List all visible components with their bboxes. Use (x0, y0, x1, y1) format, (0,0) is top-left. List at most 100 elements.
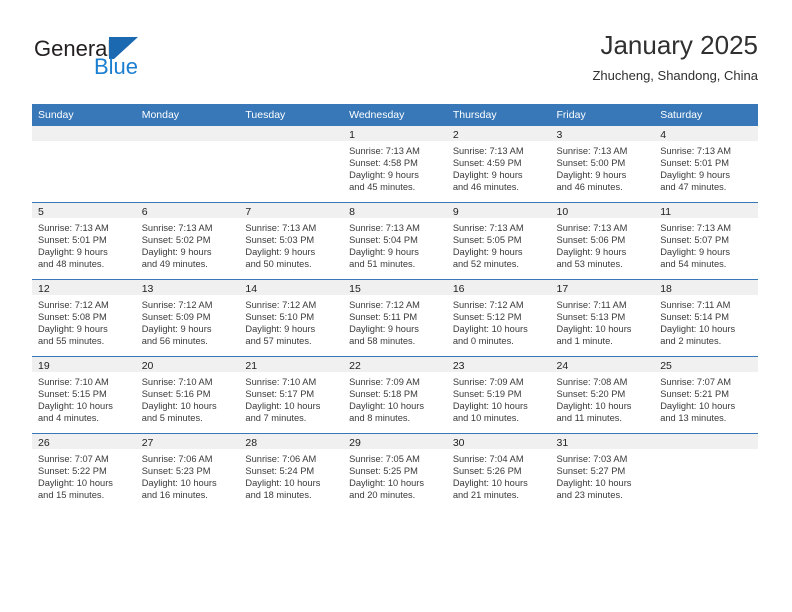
sunset-text: Sunset: 5:01 PM (38, 235, 107, 246)
calendar-day-cell[interactable]: 26 Sunrise: 7:07 AM Sunset: 5:22 PM Dayligh… (32, 433, 136, 510)
sunrise-text: Sunrise: 7:13 AM (452, 223, 524, 233)
day-number: 4 (654, 126, 758, 141)
sunset-text: Sunset: 5:06 PM (556, 235, 626, 246)
sunrise-text: Sunrise: 7:13 AM (556, 223, 628, 233)
calendar-day-cell[interactable]: 24 Sunrise: 7:08 AM Sunset: 5:20 PM Dayligh… (550, 356, 655, 434)
calendar-day-cell[interactable]: 20 Sunrise: 7:10 AM Sunset: 5:16 PM Dayligh… (135, 356, 240, 434)
calendar-day-cell[interactable]: 19 Sunrise: 7:10 AM Sunset: 5:15 PM Dayligh… (32, 356, 136, 434)
sunrise-text: Sunrise: 7:10 AM (245, 377, 317, 387)
calendar-day-cell[interactable]: 11 Sunrise: 7:13 AM Sunset: 5:07 PM Dayligh… (654, 202, 758, 280)
daylight-text-line2: and 52 minutes. (452, 259, 519, 270)
daylight-text-line2: and 57 minutes. (245, 336, 312, 347)
calendar-day-cell[interactable]: 8 Sunrise: 7:13 AM Sunset: 5:04 PM Daylight… (343, 202, 447, 280)
sunset-text: Sunset: 4:59 PM (452, 158, 522, 169)
sunrise-text: Sunrise: 7:12 AM (452, 300, 524, 310)
sunrise-text: Sunrise: 7:13 AM (660, 223, 732, 233)
daylight-text-line2: and 55 minutes. (38, 336, 105, 347)
calendar-day-cell[interactable]: 4 Sunrise: 7:13 AM Sunset: 5:01 PM Daylight… (654, 126, 758, 203)
daylight-text-line1: Daylight: 10 hours (245, 478, 321, 489)
daylight-text-line1: Daylight: 10 hours (556, 478, 632, 489)
calendar-day-cell[interactable]: 25 Sunrise: 7:07 AM Sunset: 5:21 PM Dayligh… (654, 356, 758, 434)
calendar-day-cell[interactable]: 23 Sunrise: 7:09 AM Sunset: 5:19 PM Dayligh… (446, 356, 551, 434)
sunrise-text: Sunrise: 7:13 AM (349, 223, 420, 233)
daylight-text-line2: and 51 minutes. (349, 259, 416, 270)
calendar-day-cell[interactable]: 31 Sunrise: 7:03 AM Sunset: 5:27 PM Dayligh… (550, 433, 655, 510)
daylight-text-line1: Daylight: 9 hours (38, 324, 108, 335)
sunrise-text: Sunrise: 7:08 AM (556, 377, 628, 387)
daylight-text-line2: and 56 minutes. (141, 336, 208, 347)
daylight-text-line1: Daylight: 10 hours (141, 478, 217, 489)
sunrise-text: Sunrise: 7:12 AM (141, 300, 213, 310)
calendar-day-cell[interactable]: 16 Sunrise: 7:12 AM Sunset: 5:12 PM Dayligh… (446, 279, 551, 357)
calendar-week-row: 19 Sunrise: 7:10 AM Sunset: 5:15 PM Dayligh… (32, 356, 758, 434)
day-details: Sunrise: 7:11 AM Sunset: 5:13 PM Daylight:… (551, 295, 655, 347)
general-blue-logo: General Blue (34, 28, 254, 88)
day-details: Sunrise: 7:13 AM Sunset: 4:58 PM Daylight:… (343, 141, 447, 193)
daylight-text-line1: Daylight: 10 hours (349, 401, 425, 412)
day-number (135, 126, 240, 141)
calendar-day-cell[interactable]: 9 Sunrise: 7:13 AM Sunset: 5:05 PM Daylight… (446, 202, 551, 280)
calendar-day-cell[interactable]: 18 Sunrise: 7:11 AM Sunset: 5:14 PM Dayligh… (654, 279, 758, 357)
sunrise-text: Sunrise: 7:11 AM (660, 300, 731, 310)
daylight-text-line2: and 45 minutes. (349, 182, 416, 193)
daylight-text-line2: and 0 minutes. (452, 336, 514, 347)
calendar-day-cell[interactable]: 13 Sunrise: 7:12 AM Sunset: 5:09 PM Dayligh… (135, 279, 240, 357)
day-details: Sunrise: 7:06 AM Sunset: 5:24 PM Daylight:… (239, 449, 343, 501)
calendar-day-cell[interactable]: 1 Sunrise: 7:13 AM Sunset: 4:58 PM Daylight… (343, 126, 447, 203)
daylight-text-line2: and 10 minutes. (452, 413, 519, 424)
calendar-day-cell[interactable]: 22 Sunrise: 7:09 AM Sunset: 5:18 PM Dayligh… (343, 356, 447, 434)
daylight-text-line1: Daylight: 10 hours (556, 401, 632, 412)
sunrise-text: Sunrise: 7:06 AM (245, 454, 317, 464)
day-number: 3 (550, 126, 655, 141)
day-details: Sunrise: 7:13 AM Sunset: 5:03 PM Daylight:… (239, 218, 343, 270)
calendar-day-cell[interactable]: 6 Sunrise: 7:13 AM Sunset: 5:02 PM Daylight… (135, 202, 240, 280)
weekday-header-thursday: Thursday (446, 104, 551, 126)
calendar-day-cell[interactable]: 21 Sunrise: 7:10 AM Sunset: 5:17 PM Dayligh… (239, 356, 344, 434)
day-details: Sunrise: 7:13 AM Sunset: 5:05 PM Daylight:… (447, 218, 551, 270)
calendar-day-cell[interactable]: 28 Sunrise: 7:06 AM Sunset: 5:24 PM Dayligh… (239, 433, 344, 510)
daylight-text-line2: and 50 minutes. (245, 259, 312, 270)
day-number: 17 (550, 280, 655, 295)
day-number: 27 (135, 434, 240, 449)
calendar-day-cell[interactable]: 14 Sunrise: 7:12 AM Sunset: 5:10 PM Dayligh… (239, 279, 344, 357)
calendar-day-cell[interactable]: 30 Sunrise: 7:04 AM Sunset: 5:26 PM Dayligh… (446, 433, 551, 510)
calendar-day-cell[interactable]: 27 Sunrise: 7:06 AM Sunset: 5:23 PM Dayligh… (135, 433, 240, 510)
daylight-text-line2: and 20 minutes. (349, 490, 416, 501)
sunset-text: Sunset: 5:00 PM (556, 158, 626, 169)
sunrise-text: Sunrise: 7:04 AM (452, 454, 524, 464)
page-subtitle: Zhucheng, Shandong, China (592, 68, 758, 83)
daylight-text-line2: and 2 minutes. (660, 336, 722, 347)
daylight-text-line2: and 53 minutes. (556, 259, 623, 270)
sunset-text: Sunset: 5:09 PM (141, 312, 211, 323)
logo-text-blue: Blue (94, 54, 139, 79)
day-number: 31 (550, 434, 655, 449)
daylight-text-line2: and 58 minutes. (349, 336, 416, 347)
daylight-text-line2: and 13 minutes. (660, 413, 727, 424)
calendar-day-cell[interactable]: 2 Sunrise: 7:13 AM Sunset: 4:59 PM Daylight… (446, 126, 551, 203)
daylight-text-line1: Daylight: 9 hours (452, 170, 523, 181)
calendar-week-row: 1 Sunrise: 7:13 AM Sunset: 4:58 PM Daylight… (32, 126, 758, 203)
calendar-day-cell[interactable]: 3 Sunrise: 7:13 AM Sunset: 5:00 PM Daylight… (550, 126, 655, 203)
calendar-day-cell[interactable]: 10 Sunrise: 7:13 AM Sunset: 5:06 PM Dayligh… (550, 202, 655, 280)
daylight-text-line2: and 54 minutes. (660, 259, 727, 270)
daylight-text-line2: and 23 minutes. (556, 490, 623, 501)
day-number (654, 434, 758, 449)
day-number: 6 (135, 203, 240, 218)
sunset-text: Sunset: 5:26 PM (452, 466, 522, 477)
daylight-text-line1: Daylight: 10 hours (452, 478, 528, 489)
calendar-day-cell[interactable]: 5 Sunrise: 7:13 AM Sunset: 5:01 PM Daylight… (32, 202, 136, 280)
sunrise-text: Sunrise: 7:13 AM (245, 223, 317, 233)
daylight-text-line1: Daylight: 9 hours (660, 170, 730, 181)
calendar-day-cell[interactable]: 12 Sunrise: 7:12 AM Sunset: 5:08 PM Dayligh… (32, 279, 136, 357)
sunset-text: Sunset: 5:24 PM (245, 466, 315, 477)
calendar-day-cell[interactable]: 7 Sunrise: 7:13 AM Sunset: 5:03 PM Daylight… (239, 202, 344, 280)
daylight-text-line2: and 47 minutes. (660, 182, 727, 193)
daylight-text-line2: and 5 minutes. (141, 413, 203, 424)
weekday-header-monday: Monday (135, 104, 240, 126)
day-details: Sunrise: 7:10 AM Sunset: 5:17 PM Daylight:… (239, 372, 343, 424)
daylight-text-line1: Daylight: 10 hours (245, 401, 321, 412)
calendar-day-cell[interactable]: 29 Sunrise: 7:05 AM Sunset: 5:25 PM Dayligh… (343, 433, 447, 510)
calendar-day-cell[interactable]: 15 Sunrise: 7:12 AM Sunset: 5:11 PM Dayligh… (343, 279, 447, 357)
sunset-text: Sunset: 5:07 PM (660, 235, 729, 246)
calendar-day-cell[interactable]: 17 Sunrise: 7:11 AM Sunset: 5:13 PM Dayligh… (550, 279, 655, 357)
